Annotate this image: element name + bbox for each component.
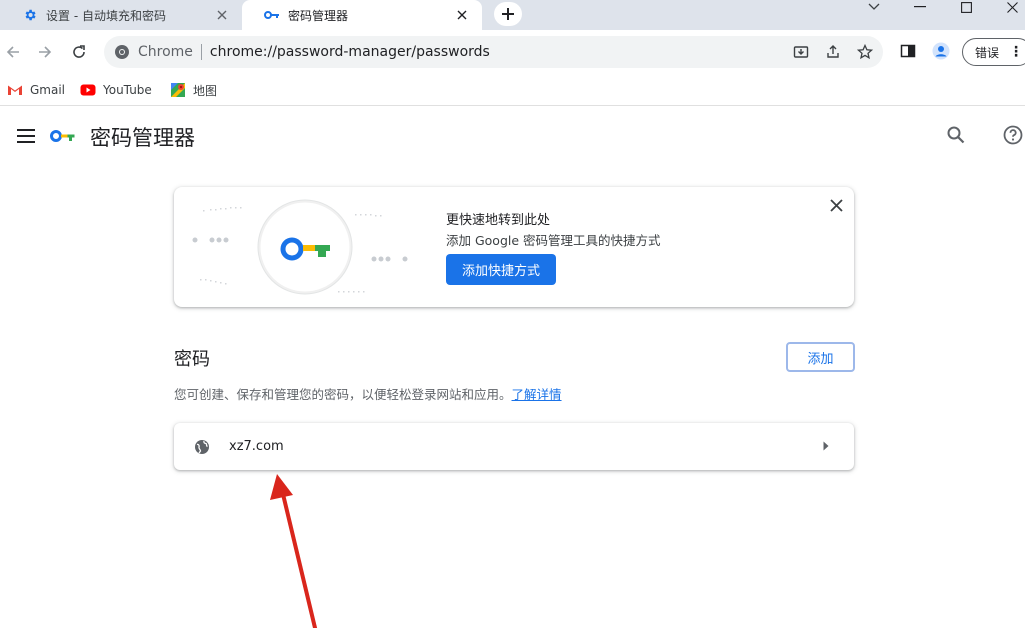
bookmark-label: 地图 [193,83,218,98]
profile-avatar-icon[interactable] [932,42,950,60]
bookmark-maps[interactable]: 地图 [170,80,217,100]
search-icon[interactable] [946,125,966,145]
chevron-right-icon [820,440,832,452]
tab-search-chevron[interactable] [854,0,894,14]
arrow-left-icon [6,46,19,58]
more-vert-icon: ⋮ [1009,44,1024,60]
back-button[interactable] [3,42,23,62]
install-app-icon[interactable] [793,44,809,60]
passwords-description: 您可创建、保存和管理您的密码，以便轻松登录网站和应用。了解详情 [174,384,562,403]
share-icon[interactable] [825,44,841,60]
url-text[interactable]: chrome://password-manager/passwords [210,44,490,60]
new-tab-button[interactable] [494,2,522,26]
key-illustration [192,199,408,295]
hamburger-menu-icon[interactable] [16,126,36,146]
gmail-icon [7,82,23,98]
reload-button[interactable] [69,42,89,62]
plus-icon [502,8,514,20]
promo-title: 更快速地转到此处 [446,213,551,228]
close-icon [1006,1,1018,13]
profile-error-button[interactable]: 错误 ⋮ [962,38,1025,66]
globe-icon [193,438,211,456]
tab-label: 密码管理器 [288,8,349,23]
shortcut-promo-card: 更快速地转到此处 添加 Google 密码管理工具的快捷方式 添加快捷方式 [174,187,854,307]
minimize-icon [914,6,926,8]
chrome-logo-icon [114,44,130,60]
close-icon[interactable] [826,195,846,215]
profile-error-label: 错误 [975,45,1000,60]
promo-description: 添加 Google 密码管理工具的快捷方式 [446,233,661,248]
omnibox-separator [200,44,202,60]
page-title: 密码管理器 [90,126,195,150]
tab-label: 设置 - 自动填充和密码 [46,8,166,23]
passwords-description-text: 您可创建、保存和管理您的密码，以便轻松登录网站和应用。 [174,387,512,402]
tab-settings-autofill[interactable]: 设置 - 自动填充和密码 [0,0,242,30]
maximize-icon [960,1,972,13]
forward-button[interactable] [35,42,55,62]
add-password-button[interactable]: 添加 [786,342,855,372]
bookmark-youtube[interactable]: YouTube [80,80,152,100]
address-bar[interactable]: Chrome chrome://password-manager/passwor… [104,36,883,68]
maps-icon [170,82,186,98]
password-manager-logo-icon [50,130,75,142]
reload-icon [73,45,85,58]
password-list-item[interactable]: xz7.com [174,423,854,470]
close-icon[interactable] [214,7,230,23]
gear-icon [22,7,38,23]
learn-more-link[interactable]: 了解详情 [512,387,562,402]
maximize-button[interactable] [946,0,986,14]
side-panel-icon[interactable] [899,42,917,60]
tab-password-manager[interactable]: 密码管理器 [242,0,482,30]
browser-toolbar: Chrome chrome://password-manager/passwor… [0,30,1025,74]
minimize-button[interactable] [900,0,940,14]
chevron-down-icon [868,3,880,10]
password-site-name: xz7.com [229,439,284,454]
bookmark-label: Gmail [30,83,66,97]
youtube-icon [80,82,96,98]
bookmark-gmail[interactable]: Gmail [7,80,65,100]
help-icon[interactable] [1002,124,1024,146]
key-icon [264,7,280,23]
arrow-right-icon [39,46,52,58]
passwords-section-title: 密码 [174,349,210,370]
bookmarks-bar: Gmail YouTube 地图 [0,74,1025,106]
omnibox-chip: Chrome [138,44,193,60]
tab-strip: 设置 - 自动填充和密码 密码管理器 [0,0,1025,30]
bookmark-label: YouTube [103,83,152,97]
star-icon[interactable] [857,44,873,60]
close-window-button[interactable] [992,0,1025,14]
add-shortcut-button[interactable]: 添加快捷方式 [446,254,556,285]
close-icon[interactable] [454,7,470,23]
